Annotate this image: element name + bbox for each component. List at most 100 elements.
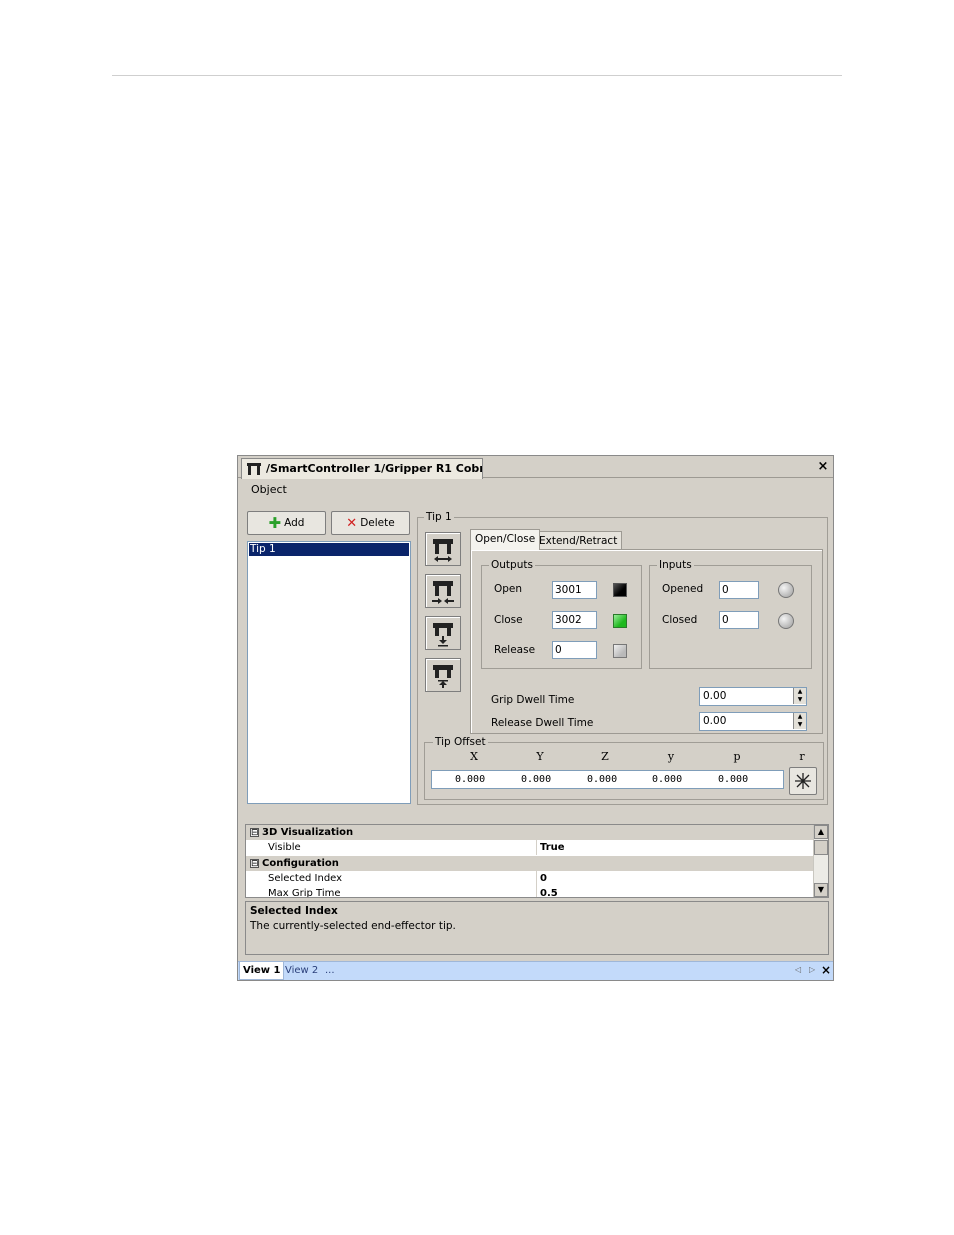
release-output-label: Release (494, 644, 536, 656)
opened-input-label: Opened (662, 583, 704, 595)
teach-icon (795, 773, 811, 789)
offset-pitch-value: 0.000 (718, 774, 749, 785)
offset-header-yaw: y (667, 750, 675, 763)
closed-input-indicator (778, 613, 794, 629)
gripper-release-icon (433, 623, 453, 647)
add-button[interactable]: ✚ Add (247, 511, 326, 535)
property-value[interactable]: 0 (536, 871, 813, 886)
tip-list[interactable]: Tip 1 (247, 541, 411, 804)
menu-object[interactable]: Object (251, 483, 287, 496)
list-item[interactable]: Tip 1 (249, 543, 409, 556)
close-window-icon[interactable]: × (816, 459, 830, 475)
close-tool-button[interactable] (425, 574, 461, 608)
document-tab[interactable]: /SmartController 1/Gripper R1 Cobra600 (241, 458, 483, 479)
property-name: Max Grip Time (268, 888, 341, 898)
offset-yaw-value: 0.000 (652, 774, 683, 785)
property-value[interactable]: 0.5 (536, 886, 813, 897)
offset-y-value: 0.000 (521, 774, 552, 785)
title-bar: /SmartController 1/Gripper R1 Cobra600 × (238, 456, 833, 479)
open-tool-button[interactable] (425, 532, 461, 566)
closed-input-field[interactable]: 0 (719, 611, 759, 629)
property-row-visible[interactable]: Visible True (246, 840, 813, 855)
tip-offset-field[interactable]: 0.000 0.000 0.000 0.000 0.000 (431, 770, 784, 789)
page-rule (112, 75, 842, 76)
offset-z-value: 0.000 (587, 774, 618, 785)
offset-header-z: Z (601, 750, 609, 763)
delete-button[interactable]: ✕ Delete (331, 511, 410, 535)
tip-offset-group: Tip Offset X Y Z y p r 0.000 0.000 0.000… (424, 736, 824, 800)
x-icon: ✕ (346, 515, 358, 531)
window-title: /SmartController 1/Gripper R1 Cobra600 (266, 462, 483, 475)
inputs-label: Inputs (657, 559, 694, 571)
description-panel: Selected Index The currently-selected en… (245, 901, 829, 955)
tab-view-1[interactable]: View 1 (239, 962, 285, 980)
property-scrollbar[interactable]: ▲ ▼ (813, 825, 828, 897)
grip-dwell-value: 0.00 (703, 690, 727, 702)
gripper-extend-icon (433, 665, 453, 688)
release-output-field[interactable]: 0 (552, 641, 597, 659)
grip-dwell-spinner[interactable]: 0.00 ▲ ▼ (699, 687, 807, 706)
category-3d-visualization[interactable]: ⊟ 3D Visualization (246, 825, 813, 840)
tab-more[interactable]: ... (322, 962, 338, 980)
tab-view-2[interactable]: View 2 (282, 962, 321, 980)
close-output-field[interactable]: 3002 (552, 611, 597, 629)
outputs-group: Outputs Open 3001 Close 3002 Release 0 (481, 559, 642, 669)
open-output-field[interactable]: 3001 (552, 581, 597, 599)
offset-header-y: Y (536, 750, 544, 763)
offset-header-roll: r (799, 750, 805, 763)
category-label: Configuration (262, 858, 339, 869)
property-name: Selected Index (268, 873, 343, 884)
menu-bar: Object (238, 479, 833, 501)
gripper-window: /SmartController 1/Gripper R1 Cobra600 ×… (237, 455, 834, 981)
offset-header-pitch: p (733, 750, 741, 763)
grip-dwell-up-icon[interactable]: ▲ (793, 688, 806, 696)
release-dwell-value: 0.00 (703, 715, 727, 727)
release-dwell-label: Release Dwell Time (491, 717, 594, 729)
property-row-max-grip-time[interactable]: Max Grip Time 0.5 (246, 886, 813, 898)
grip-dwell-label: Grip Dwell Time (491, 694, 575, 706)
close-view-icon[interactable]: × (821, 963, 831, 977)
extend-tool-button[interactable] (425, 658, 461, 692)
add-button-label: Add (284, 517, 305, 529)
closed-input-label: Closed (662, 614, 698, 626)
release-dwell-spinner[interactable]: 0.00 ▲ ▼ (699, 712, 807, 731)
scroll-up-icon[interactable]: ▲ (814, 825, 828, 839)
tab-extend-retract[interactable]: Extend/Retract (534, 531, 623, 550)
category-label: 3D Visualization (262, 827, 354, 838)
release-tool-button[interactable] (425, 616, 461, 650)
gripper-close-icon (432, 581, 454, 604)
inputs-group: Inputs Opened 0 Closed 0 (649, 559, 812, 669)
release-dwell-up-icon[interactable]: ▲ (793, 713, 806, 721)
opened-input-field[interactable]: 0 (719, 581, 759, 599)
scroll-down-icon[interactable]: ▼ (814, 883, 828, 897)
outputs-label: Outputs (489, 559, 535, 571)
gripper-icon (247, 463, 261, 475)
collapse-icon[interactable]: ⊟ (250, 828, 259, 838)
collapse-icon[interactable]: ⊟ (250, 859, 259, 869)
gripper-open-icon (433, 539, 453, 562)
open-output-label: Open (494, 583, 523, 595)
release-dwell-down-icon[interactable]: ▼ (793, 721, 806, 729)
scroll-right-icon[interactable]: ▷ (809, 965, 815, 974)
delete-button-label: Delete (360, 517, 395, 529)
scroll-left-icon[interactable]: ◁ (795, 965, 801, 974)
category-configuration[interactable]: ⊟ Configuration (246, 856, 813, 871)
view-tab-bar: View 1 View 2 ... ◁ ▷ × (238, 961, 833, 980)
teach-offset-button[interactable] (789, 767, 817, 795)
property-value[interactable]: True (536, 840, 813, 855)
scroll-thumb[interactable] (814, 840, 828, 855)
description-text: The currently-selected end-effector tip. (250, 920, 456, 932)
tip-group-label: Tip 1 (424, 511, 454, 523)
tab-open-close[interactable]: Open/Close (470, 529, 541, 550)
plus-icon: ✚ (268, 514, 282, 532)
open-output-indicator[interactable] (613, 583, 627, 597)
release-output-indicator[interactable] (613, 644, 627, 658)
property-name: Visible (268, 842, 301, 853)
offset-header-x: X (470, 750, 478, 763)
tip-offset-label: Tip Offset (433, 736, 488, 748)
tip-group: Tip 1 Open/Close Extend/Retract Outputs … (417, 511, 828, 805)
property-row-selected-index[interactable]: Selected Index 0 (246, 871, 813, 886)
grip-dwell-down-icon[interactable]: ▼ (793, 696, 806, 704)
open-close-panel: Outputs Open 3001 Close 3002 Release 0 I… (470, 549, 823, 734)
close-output-indicator[interactable] (613, 614, 627, 628)
